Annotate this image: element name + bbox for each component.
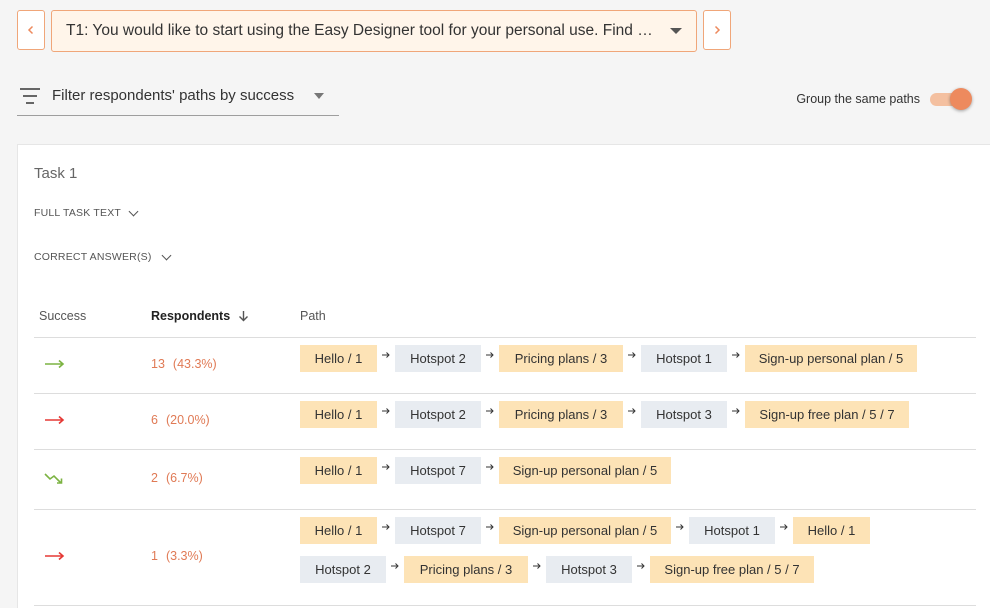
dropdown-caret-icon <box>670 28 682 34</box>
table-header: Success Respondents Path <box>34 297 976 338</box>
correct-answers-toggle[interactable]: CORRECT ANSWER(S) <box>34 250 171 263</box>
page-chip: Hello / 1 <box>300 517 377 544</box>
page-chip: Pricing plans / 3 <box>404 556 528 583</box>
respondents-percent: (3.3%) <box>165 549 203 563</box>
failure-arrow-icon <box>45 551 65 561</box>
table-row[interactable]: 1 (3.3%) Hello / 1 Hotspot 7 Sign-up persona… <box>34 509 976 606</box>
column-header-success[interactable]: Success <box>39 309 86 323</box>
column-header-respondents[interactable]: Respondents <box>151 309 249 323</box>
hotspot-chip: Hotspot 7 <box>395 457 481 484</box>
path-arrow-icon <box>486 352 494 358</box>
respondents-count: 6 <box>151 413 158 427</box>
sort-descending-icon <box>239 311 249 322</box>
table-row[interactable]: 2 (6.7%) Hello / 1 Hotspot 7 Sign-up persona… <box>34 449 976 510</box>
respondents-count: 1 <box>151 549 158 563</box>
table-row[interactable]: 13 (43.3%) Hello / 1 Hotspot 2 Pricing plans… <box>34 337 976 394</box>
task-title: Task 1 <box>34 165 78 182</box>
hotspot-chip: Hotspot 2 <box>395 401 481 428</box>
failure-arrow-icon <box>45 415 65 425</box>
hotspot-chip: Hotspot 2 <box>300 556 386 583</box>
page-chip: Sign-up free plan / 5 / 7 <box>650 556 814 583</box>
path-arrow-icon <box>676 524 684 530</box>
page-chip: Sign-up personal plan / 5 <box>499 457 671 484</box>
column-header-path: Path <box>300 309 326 323</box>
respondents-cell: 1 (3.3%) <box>151 549 203 563</box>
path-arrow-icon <box>486 408 494 414</box>
page-chip: Hello / 1 <box>300 401 377 428</box>
filter-label: Filter respondents' paths by success <box>52 87 295 104</box>
respondents-count: 2 <box>151 471 158 485</box>
path-arrow-icon <box>628 352 636 358</box>
hotspot-chip: Hotspot 1 <box>689 517 775 544</box>
chevron-down-icon <box>161 250 171 260</box>
hotspot-chip: Hotspot 7 <box>395 517 481 544</box>
path-arrow-icon <box>732 352 740 358</box>
previous-task-button[interactable] <box>17 10 45 50</box>
filter-icon <box>20 87 40 104</box>
path-arrow-icon <box>382 524 390 530</box>
respondents-cell: 2 (6.7%) <box>151 471 203 485</box>
respondents-count: 13 <box>151 357 165 371</box>
correct-answers-label: CORRECT ANSWER(S) <box>34 251 152 263</box>
respondents-percent: (20.0%) <box>165 413 210 427</box>
path-arrow-icon <box>382 464 390 470</box>
page-chip: Sign-up personal plan / 5 <box>745 345 917 372</box>
full-task-text-label: FULL TASK TEXT <box>34 207 122 219</box>
path-arrow-icon <box>628 408 636 414</box>
page-chip: Sign-up free plan / 5 / 7 <box>745 401 909 428</box>
page-chip: Pricing plans / 3 <box>499 345 623 372</box>
path-arrow-icon <box>486 464 494 470</box>
page-chip: Pricing plans / 3 <box>499 401 623 428</box>
success-arrow-icon <box>45 359 65 369</box>
chevron-down-icon <box>128 206 139 216</box>
full-task-text-toggle[interactable]: FULL TASK TEXT <box>34 206 139 219</box>
group-paths-label: Group the same paths <box>796 92 920 106</box>
respondents-cell: 6 (20.0%) <box>151 413 210 427</box>
table-row[interactable]: 6 (20.0%) Hello / 1 Hotspot 2 Pricing plans … <box>34 393 976 450</box>
next-task-button[interactable] <box>703 10 731 50</box>
page-chip: Hello / 1 <box>793 517 870 544</box>
page-chip: Sign-up personal plan / 5 <box>499 517 671 544</box>
page-chip: Hello / 1 <box>300 457 377 484</box>
hotspot-chip: Hotspot 1 <box>641 345 727 372</box>
respondents-percent: (6.7%) <box>165 471 203 485</box>
path-arrow-icon <box>732 408 740 414</box>
toggle-thumb[interactable] <box>950 88 972 110</box>
dropdown-caret-icon <box>314 92 325 99</box>
hotspot-chip: Hotspot 3 <box>641 401 727 428</box>
group-paths-toggle[interactable] <box>928 87 974 111</box>
column-header-respondents-label: Respondents <box>151 309 231 323</box>
indirect-success-icon <box>44 473 63 484</box>
path-arrow-icon <box>780 524 788 530</box>
hotspot-chip: Hotspot 3 <box>546 556 632 583</box>
task-select-value: T1: You would like to start using the Ea… <box>66 22 656 39</box>
hotspot-chip: Hotspot 2 <box>395 345 481 372</box>
path-arrow-icon <box>382 352 390 358</box>
task-select[interactable]: T1: You would like to start using the Ea… <box>51 10 697 52</box>
path-arrow-icon <box>637 563 645 569</box>
success-filter-select[interactable]: Filter respondents' paths by success <box>17 76 339 116</box>
path-arrow-icon <box>391 563 399 569</box>
task-panel: Task 1 FULL TASK TEXT CORRECT ANSWER(S) … <box>17 144 990 608</box>
path-arrow-icon <box>486 524 494 530</box>
page-chip: Hello / 1 <box>300 345 377 372</box>
chevron-right-icon <box>714 25 721 35</box>
respondents-percent: (43.3%) <box>172 357 217 371</box>
path-arrow-icon <box>382 408 390 414</box>
path-arrow-icon <box>533 563 541 569</box>
respondents-cell: 13 (43.3%) <box>151 357 217 371</box>
chevron-left-icon <box>27 25 34 35</box>
